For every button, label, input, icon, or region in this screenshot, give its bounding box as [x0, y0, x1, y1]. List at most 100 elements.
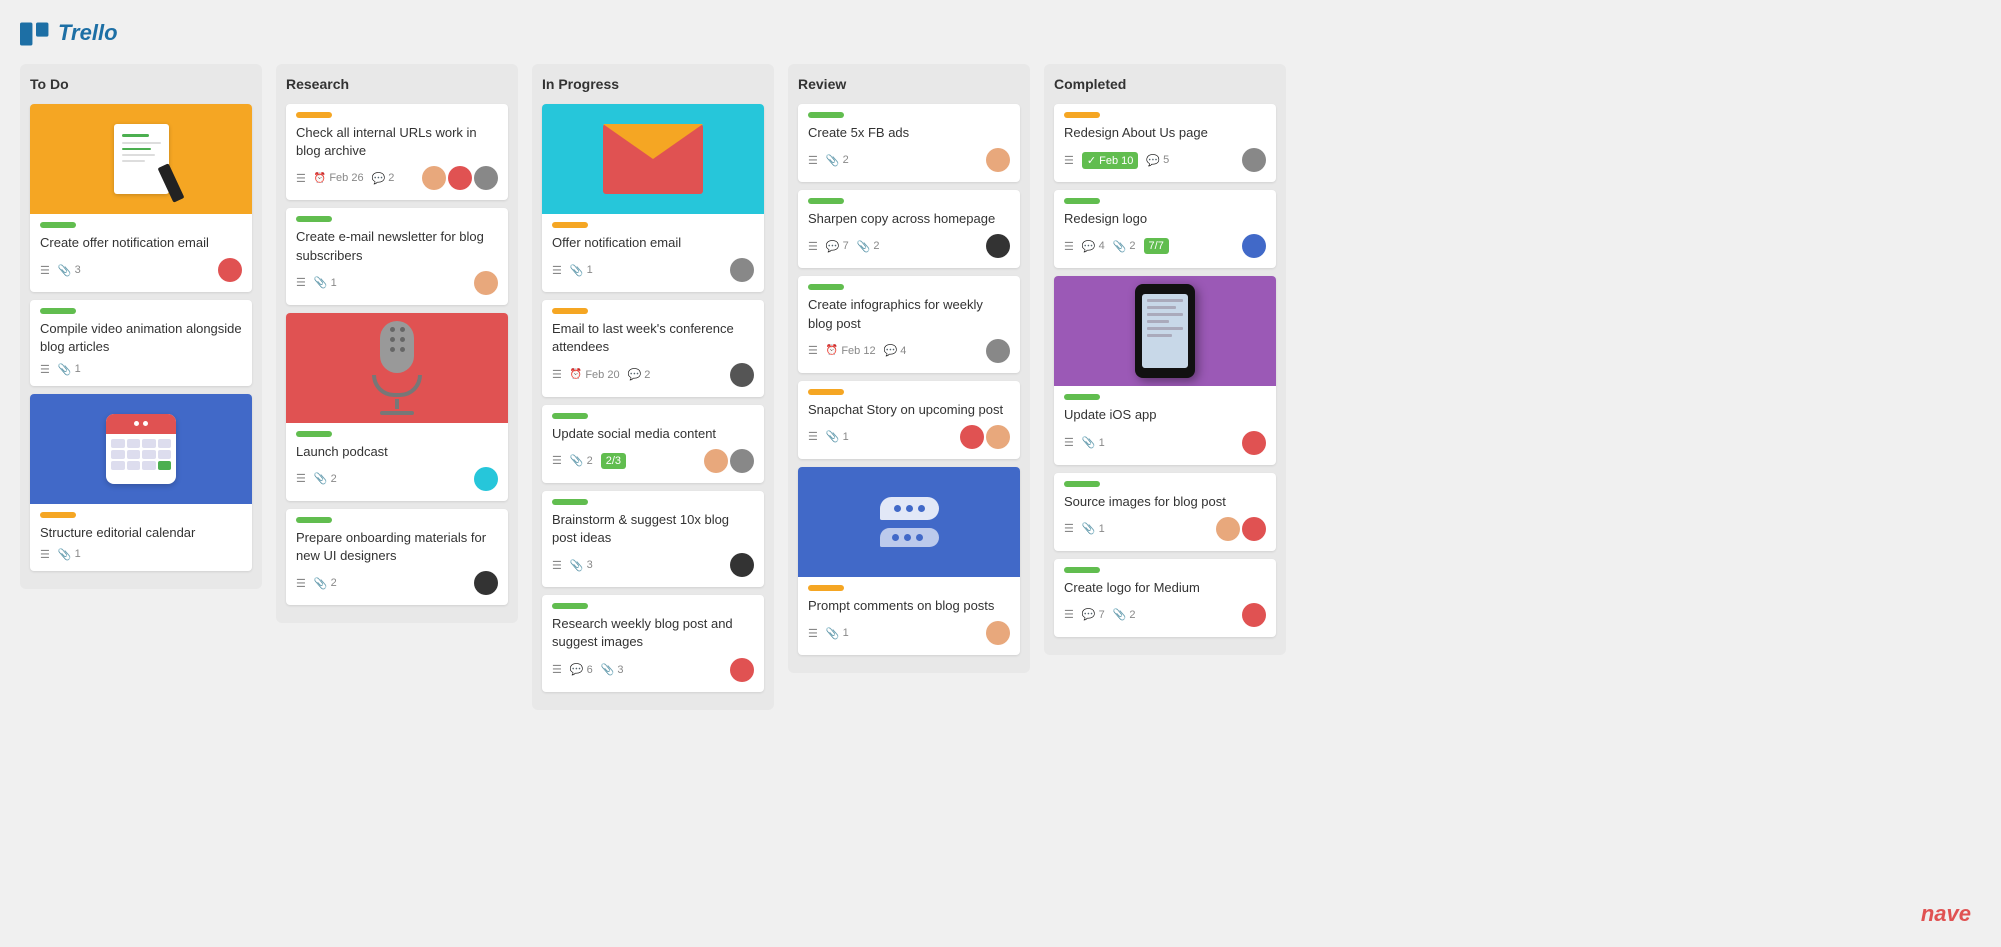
card-label [552, 603, 588, 609]
card-label [552, 413, 588, 419]
card-meta: ☰⏰Feb 12💬4 [808, 339, 1010, 363]
avatars [730, 658, 754, 682]
card-meta: ☰📎1 [296, 271, 498, 295]
list-icon: ☰ [808, 240, 818, 253]
attachments-meta: 📎3 [601, 663, 624, 676]
trello-logo-text: Trello [58, 20, 118, 46]
card-body: Redesign About Us page ☰✓ Feb 10💬5 [1054, 104, 1276, 182]
card-body: Snapchat Story on upcoming post ☰📎1 [798, 381, 1020, 459]
card[interactable]: Check all internal URLs work in blog arc… [286, 104, 508, 200]
card[interactable]: Create offer notification email ☰📎3 [30, 104, 252, 292]
attachments-meta: 📎1 [58, 548, 81, 561]
card-title: Redesign About Us page [1064, 124, 1266, 142]
list-icon: ☰ [40, 363, 50, 376]
card[interactable]: Prepare onboarding materials for new UI … [286, 509, 508, 605]
avatar [474, 271, 498, 295]
card[interactable]: Sharpen copy across homepage ☰💬7📎2 [798, 190, 1020, 268]
card[interactable]: Offer notification email ☰📎1 [542, 104, 764, 292]
card-meta: ☰📎1 [552, 258, 754, 282]
avatars [986, 621, 1010, 645]
avatar [986, 425, 1010, 449]
column-completed: Completed Redesign About Us page ☰✓ Feb … [1044, 64, 1286, 655]
card[interactable]: Redesign logo ☰💬4📎27/7 [1054, 190, 1276, 268]
card-body: Check all internal URLs work in blog arc… [286, 104, 508, 200]
attachments-meta: 📎1 [314, 276, 337, 289]
avatar [448, 166, 472, 190]
card-meta: ☰📎2 [808, 148, 1010, 172]
card-body: Source images for blog post ☰📎1 [1054, 473, 1276, 551]
comments-meta: 💬4 [1082, 240, 1105, 253]
card-body: Create infographics for weekly blog post… [798, 276, 1020, 372]
avatars [474, 467, 498, 491]
card[interactable]: Snapchat Story on upcoming post ☰📎1 [798, 381, 1020, 459]
card-label [1064, 198, 1100, 204]
app-header: Trello [20, 20, 1981, 46]
card-title: Brainstorm & suggest 10x blog post ideas [552, 511, 754, 547]
avatars [986, 339, 1010, 363]
card[interactable]: Create logo for Medium ☰💬7📎2 [1054, 559, 1276, 637]
avatar [1216, 517, 1240, 541]
avatars [1242, 431, 1266, 455]
avatars [730, 553, 754, 577]
card-title: Create offer notification email [40, 234, 242, 252]
avatar [730, 449, 754, 473]
list-icon: ☰ [808, 154, 818, 167]
card-title: Update iOS app [1064, 406, 1266, 424]
comments-meta: 💬7 [826, 240, 849, 253]
card-label [40, 512, 76, 518]
card-body: Sharpen copy across homepage ☰💬7📎2 [798, 190, 1020, 268]
card[interactable]: Update iOS app ☰📎1 [1054, 276, 1276, 464]
card[interactable]: Brainstorm & suggest 10x blog post ideas… [542, 491, 764, 587]
comments-meta: 💬6 [570, 663, 593, 676]
nave-branding: nave [1921, 901, 1971, 927]
column-header: Review [798, 74, 1020, 94]
card-meta: ☰📎2 [296, 571, 498, 595]
card-label [296, 431, 332, 437]
card-title: Update social media content [552, 425, 754, 443]
avatar [986, 234, 1010, 258]
date-meta: ⏰Feb 20 [570, 369, 620, 381]
trello-logo-icon [20, 21, 52, 45]
card[interactable]: Create infographics for weekly blog post… [798, 276, 1020, 372]
card-image [286, 313, 508, 423]
card[interactable]: Launch podcast ☰📎2 [286, 313, 508, 501]
card-meta: ☰⏰Feb 20💬2 [552, 363, 754, 387]
card-meta: ☰ 💬7 📎2 [808, 234, 1010, 258]
card[interactable]: Research weekly blog post and suggest im… [542, 595, 764, 691]
attachments-meta: 📎2 [857, 240, 880, 253]
avatar [730, 258, 754, 282]
card[interactable]: Update social media content ☰📎22/3 [542, 405, 764, 483]
comments-meta: 💬2 [372, 172, 395, 185]
card-title: Offer notification email [552, 234, 754, 252]
card[interactable]: Source images for blog post ☰📎1 [1054, 473, 1276, 551]
card[interactable]: Email to last week's conference attendee… [542, 300, 764, 396]
list-icon: ☰ [296, 472, 306, 485]
card-meta: ☰📎1 [40, 548, 242, 561]
card[interactable]: Create 5x FB ads ☰📎2 [798, 104, 1020, 182]
card-label [552, 308, 588, 314]
card-title: Create e-mail newsletter for blog subscr… [296, 228, 498, 264]
card-body: Prepare onboarding materials for new UI … [286, 509, 508, 605]
card[interactable]: Compile video animation alongside blog a… [30, 300, 252, 385]
avatars [704, 449, 754, 473]
attachments-meta: 📎2 [314, 472, 337, 485]
avatars [218, 258, 242, 282]
card[interactable]: Prompt comments on blog posts ☰📎1 [798, 467, 1020, 655]
avatars [986, 148, 1010, 172]
card[interactable]: Create e-mail newsletter for blog subscr… [286, 208, 508, 304]
list-icon: ☰ [1064, 154, 1074, 167]
card-meta: ☰📎3 [40, 258, 242, 282]
card-title: Check all internal URLs work in blog arc… [296, 124, 498, 160]
column-header: To Do [30, 74, 252, 94]
card-body: Redesign logo ☰💬4📎27/7 [1054, 190, 1276, 268]
card-title: Prepare onboarding materials for new UI … [296, 529, 498, 565]
avatar [1242, 603, 1266, 627]
checklist-badge: 2/3 [601, 453, 626, 469]
card[interactable]: Redesign About Us page ☰✓ Feb 10💬5 [1054, 104, 1276, 182]
avatars [730, 363, 754, 387]
avatars [1216, 517, 1266, 541]
card-body: Update social media content ☰📎22/3 [542, 405, 764, 483]
avatar [218, 258, 242, 282]
card[interactable]: Structure editorial calendar ☰📎1 [30, 394, 252, 571]
trello-logo[interactable]: Trello [20, 20, 118, 46]
